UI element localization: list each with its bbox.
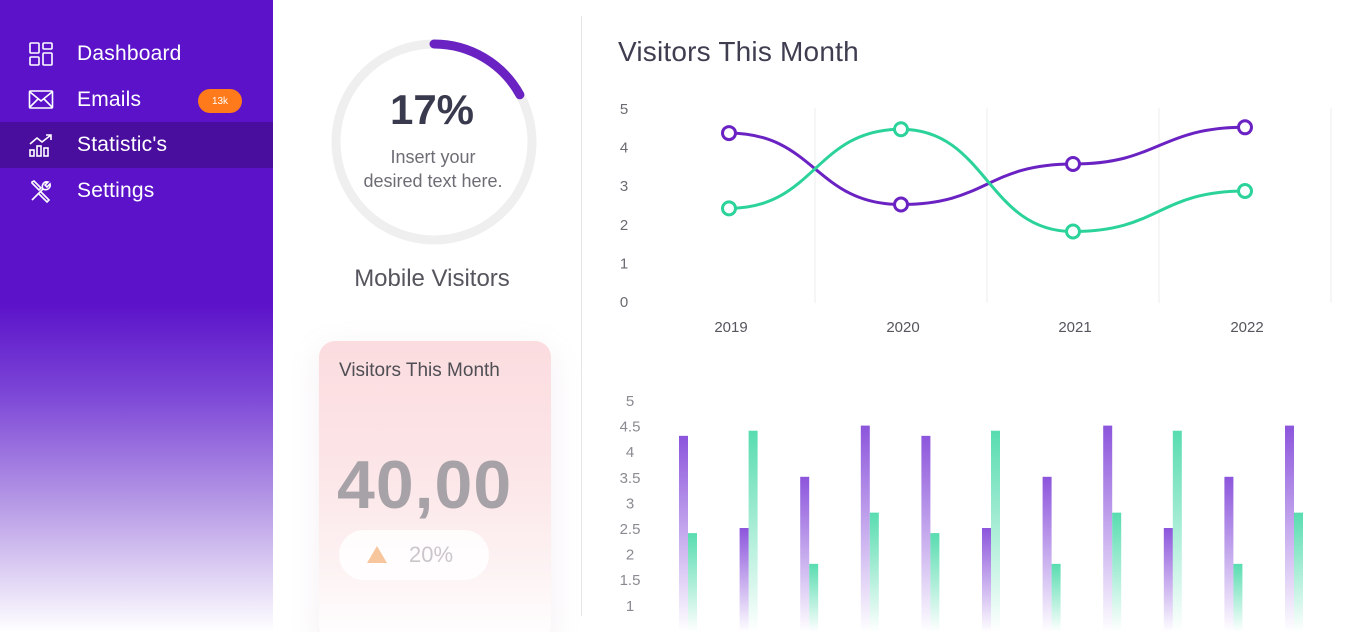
bar bbox=[1112, 512, 1122, 632]
bar bbox=[1294, 512, 1303, 632]
sidebar-item-label: Statistic's bbox=[77, 133, 168, 156]
card-value: 40,00 bbox=[337, 447, 513, 523]
sidebar-item-settings[interactable]: Settings bbox=[0, 168, 273, 214]
bar bbox=[1224, 476, 1234, 632]
bar bbox=[1233, 563, 1243, 632]
bar bbox=[1042, 476, 1052, 632]
line-chart-title: Visitors This Month bbox=[618, 36, 859, 67]
y-tick-label: 3.5 bbox=[620, 470, 641, 487]
data-point bbox=[721, 200, 737, 217]
bar bbox=[921, 435, 931, 632]
sidebar-item-label: Emails bbox=[77, 88, 142, 111]
statistics-icon bbox=[28, 132, 54, 158]
bar bbox=[679, 435, 688, 632]
visitors-card: Visitors This Month 40,00 20% bbox=[319, 341, 551, 632]
y-tick-label: 1 bbox=[626, 598, 634, 615]
change-value: 20% bbox=[409, 542, 454, 567]
bar bbox=[930, 533, 940, 632]
data-point bbox=[893, 121, 909, 138]
y-tick-label: 3 bbox=[626, 495, 634, 512]
bar bbox=[800, 476, 810, 632]
y-tick-label: 5 bbox=[620, 101, 628, 118]
y-tick-label: 2 bbox=[620, 217, 628, 234]
y-tick-label: 4 bbox=[626, 444, 634, 461]
y-tick-label: 2 bbox=[626, 547, 634, 564]
dashboard-icon bbox=[28, 41, 54, 67]
gauge-label: Mobile Visitors bbox=[354, 265, 510, 292]
bar bbox=[1103, 425, 1113, 632]
bar bbox=[809, 563, 819, 632]
mobile-visitors-gauge bbox=[331, 39, 537, 245]
data-point bbox=[1065, 155, 1081, 172]
x-tick-label: 2020 bbox=[886, 319, 919, 336]
y-tick-label: 5 bbox=[626, 393, 634, 410]
column-divider bbox=[581, 16, 582, 616]
y-tick-label: 1.5 bbox=[620, 572, 641, 589]
notification-badge: 13k bbox=[198, 89, 242, 113]
bar bbox=[1163, 528, 1173, 632]
y-tick-label: 0 bbox=[620, 294, 628, 311]
sidebar: Dashboard Emails 13k Statistic's Setting… bbox=[0, 0, 273, 632]
x-tick-label: 2022 bbox=[1230, 319, 1263, 336]
sidebar-item-label: Settings bbox=[77, 179, 155, 202]
y-tick-label: 4 bbox=[620, 140, 628, 157]
bar bbox=[688, 533, 697, 632]
gauge-description: Insert your desired text here. bbox=[363, 147, 503, 191]
card-title: Visitors This Month bbox=[339, 360, 500, 381]
y-tick-label: 2.5 bbox=[620, 521, 641, 538]
sidebar-item-emails[interactable]: Emails 13k bbox=[0, 77, 273, 123]
bar bbox=[1172, 430, 1182, 632]
y-tick-label: 1 bbox=[620, 255, 628, 272]
y-tick-label: 4.5 bbox=[620, 419, 641, 436]
x-tick-label: 2021 bbox=[1058, 319, 1091, 336]
data-point bbox=[1065, 223, 1081, 240]
bar bbox=[1285, 425, 1294, 632]
data-point bbox=[721, 125, 737, 142]
bar bbox=[982, 528, 991, 632]
change-pill: 20% bbox=[339, 530, 489, 580]
line-chart: 0 1 2 3 4 5 2019 2020 2021 2022 bbox=[620, 101, 1332, 336]
trend-up-icon bbox=[367, 546, 387, 563]
sidebar-item-dashboard[interactable]: Dashboard bbox=[0, 31, 273, 77]
sidebar-item-label: Dashboard bbox=[77, 42, 182, 65]
bar bbox=[991, 430, 1000, 632]
bar bbox=[869, 512, 879, 632]
bar bbox=[1051, 563, 1061, 632]
mail-icon bbox=[28, 87, 54, 113]
tools-icon bbox=[28, 178, 54, 204]
y-tick-label: 3 bbox=[620, 178, 628, 195]
bar bbox=[748, 430, 758, 632]
x-tick-label: 2019 bbox=[714, 319, 747, 336]
gauge-value: 17% bbox=[389, 86, 475, 133]
data-point bbox=[1237, 182, 1253, 199]
data-point bbox=[1237, 119, 1253, 136]
bar-chart: 1 1.5 2 2.5 3 3.5 4 4.5 5 bbox=[620, 393, 1303, 632]
bar bbox=[739, 528, 749, 632]
bar bbox=[860, 425, 870, 632]
data-point bbox=[893, 196, 909, 213]
sidebar-item-statistics[interactable]: Statistic's bbox=[0, 122, 273, 168]
